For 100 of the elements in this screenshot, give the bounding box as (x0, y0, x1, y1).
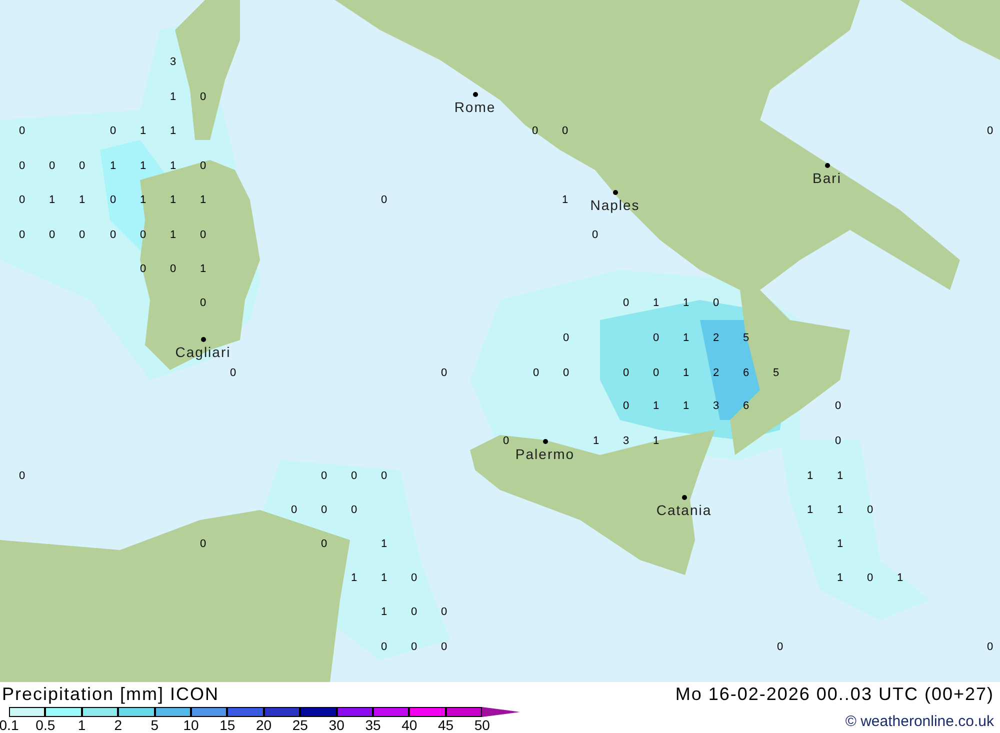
value-label: 1 (806, 504, 814, 516)
value-label: 3 (170, 56, 176, 68)
value-label: 2 (712, 332, 720, 344)
city-label: Rome (454, 99, 496, 115)
value-label: 0 (622, 367, 630, 379)
value-label: 0 (200, 229, 206, 241)
value-label: 1 (140, 160, 146, 172)
value-label: 0 (320, 504, 328, 516)
value-label: 0 (834, 400, 842, 412)
value-label: 0 (622, 400, 630, 412)
value-label: 0 (110, 229, 116, 241)
value-label: 0 (140, 263, 146, 275)
value-label: 0 (78, 229, 86, 241)
value-label: 0 (380, 641, 388, 653)
value-label: 0 (440, 606, 448, 618)
value-label: 0 (18, 470, 26, 482)
value-label: 0 (170, 263, 176, 275)
value-label: 1 (78, 194, 86, 206)
value-label: 0 (230, 367, 236, 379)
value-label: 0 (866, 572, 874, 584)
value-label: 1 (200, 263, 206, 275)
value-label: 1 (836, 504, 844, 516)
value-label: 0 (290, 504, 298, 516)
city-label: Bari (812, 170, 842, 186)
value-label: 1 (140, 125, 146, 137)
value-label: 1 (140, 194, 146, 206)
value-label: 6 (742, 367, 750, 379)
scale-label: 0.1 (0, 718, 19, 733)
value-label: 6 (742, 400, 750, 412)
value-label: 0 (18, 194, 26, 206)
value-label: 0 (532, 367, 540, 379)
value-label: 0 (140, 229, 146, 241)
city-label: Naples (590, 197, 640, 213)
value-label: 1 (380, 572, 388, 584)
scale-label: 35 (365, 718, 381, 733)
value-label: 0 (48, 160, 56, 172)
value-label: 0 (380, 194, 388, 206)
scale-label: 0.5 (36, 718, 56, 733)
value-label: 0 (410, 606, 418, 618)
value-label: 0 (380, 470, 388, 482)
value-label: 1 (380, 606, 388, 618)
value-label: 0 (532, 125, 538, 137)
value-label: 1 (350, 572, 358, 584)
credit-text: © weatheronline.co.uk (845, 713, 994, 731)
value-label: 0 (110, 194, 116, 206)
value-label: 0 (622, 297, 630, 309)
value-label: 1 (652, 297, 660, 309)
city-label: Palermo (515, 446, 575, 462)
value-label: 0 (986, 641, 994, 653)
value-label: 1 (200, 194, 206, 206)
value-label: 0 (200, 160, 206, 172)
value-label: 2 (712, 367, 720, 379)
value-label: 0 (652, 367, 660, 379)
scale-label: 20 (256, 718, 272, 733)
value-label: 0 (200, 297, 206, 309)
value-label: 0 (350, 504, 358, 516)
value-label: 1 (836, 538, 844, 550)
scale-label: 5 (150, 718, 158, 733)
value-label: 0 (562, 332, 570, 344)
value-label: 1 (682, 400, 690, 412)
value-label: 1 (170, 229, 176, 241)
value-label: 0 (502, 435, 510, 447)
value-label: 3 (712, 400, 720, 412)
valid-time: Mo 16-02-2026 00..03 UTC (00+27) (675, 683, 994, 705)
value-label: 1 (170, 160, 176, 172)
value-label: 0 (48, 229, 56, 241)
value-label: 1 (110, 160, 116, 172)
value-label: 0 (200, 91, 206, 103)
value-label: 5 (772, 367, 780, 379)
value-label: 0 (562, 125, 568, 137)
legend-arrow-icon (482, 707, 520, 717)
value-label: 0 (200, 538, 206, 550)
scale-label: 15 (220, 718, 236, 733)
value-label: 0 (78, 160, 86, 172)
value-label: 0 (776, 641, 784, 653)
value-label: 1 (380, 538, 388, 550)
scale-label: 45 (438, 718, 454, 733)
scale-label: 30 (328, 718, 344, 733)
value-label: 1 (170, 194, 176, 206)
value-label: 0 (320, 538, 328, 550)
scale-label: 1 (78, 718, 86, 733)
value-label: 0 (592, 229, 598, 241)
scale-label: 50 (474, 718, 490, 733)
value-label: 5 (742, 332, 750, 344)
value-label: 1 (48, 194, 56, 206)
value-label: 1 (652, 435, 660, 447)
scale-label: 2 (114, 718, 122, 733)
value-label: 0 (18, 125, 26, 137)
value-label: 0 (110, 125, 116, 137)
value-label: 1 (592, 435, 600, 447)
value-label: 1 (170, 125, 176, 137)
value-label: 1 (682, 332, 690, 344)
value-label: 0 (866, 504, 874, 516)
scale-label: 40 (402, 718, 418, 733)
value-label: 1 (896, 572, 904, 584)
value-label: 0 (986, 125, 994, 137)
value-label: 0 (562, 367, 570, 379)
value-label: 1 (652, 400, 660, 412)
value-label: 1 (170, 91, 176, 103)
value-label: 1 (836, 470, 844, 482)
